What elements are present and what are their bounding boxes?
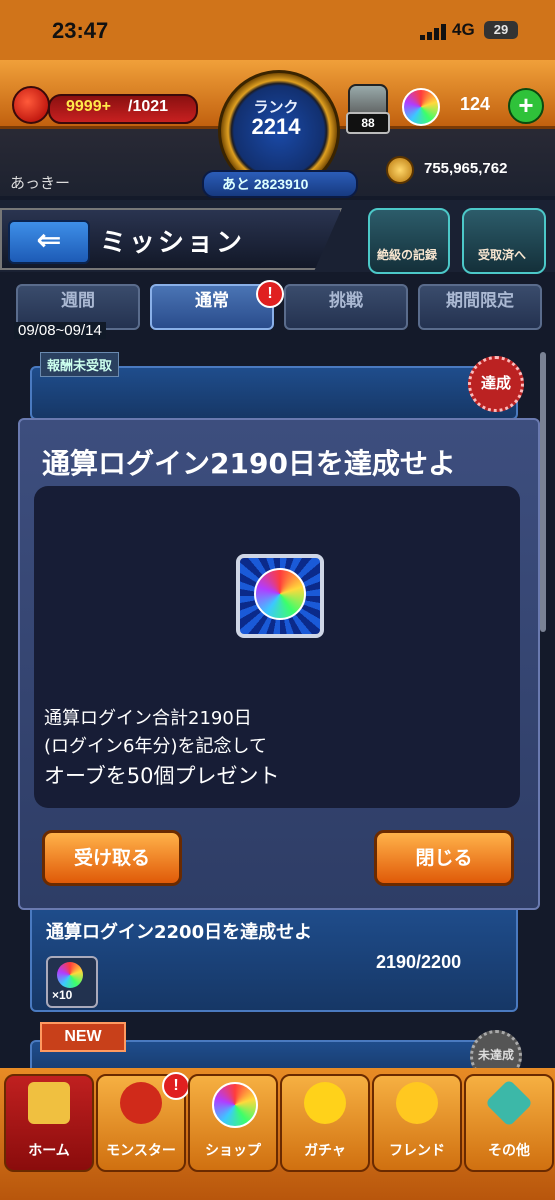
received-list-button[interactable] xyxy=(462,208,546,274)
status-time: 23:47 xyxy=(52,18,109,43)
close-button[interactable]: 閉じる xyxy=(374,830,514,886)
receive-button[interactable]: 受け取る xyxy=(42,830,182,886)
received-list-label: 受取済へ xyxy=(477,248,526,262)
rank-value: 2214 xyxy=(251,114,301,139)
battery-icon: 29 xyxy=(484,21,518,39)
dialog-desc-line1: 通算ログイン合計2190日 xyxy=(44,708,252,729)
buy-orb-plus-button[interactable]: + xyxy=(508,88,544,124)
network-type: 4G xyxy=(452,20,475,39)
stamina-current: 9999+ xyxy=(66,98,111,115)
achieved-seal: 達成 xyxy=(468,356,524,412)
tab-challenge[interactable]: 挑戦 xyxy=(284,284,408,330)
friend-icon xyxy=(396,1082,438,1124)
lucky-item-count: 88 xyxy=(346,112,390,134)
other-icon xyxy=(484,1078,534,1128)
nav-friend-label: フレンド xyxy=(389,1143,445,1159)
reward-multiplier: ×10 xyxy=(52,988,73,1002)
gacha-egg-icon xyxy=(304,1082,346,1124)
home-icon xyxy=(28,1082,70,1124)
orb-icon xyxy=(402,88,440,126)
unclaimed-tag: 報酬未受取 xyxy=(40,352,120,377)
back-button[interactable]: ⇐ xyxy=(8,220,90,264)
orb-count: 124 xyxy=(460,94,491,114)
dialog-title: 通算ログイン2190日を達成せよ xyxy=(42,447,456,480)
player-name: あっきー xyxy=(10,175,71,192)
nav-gacha-label: ガチャ xyxy=(304,1143,346,1159)
nav-other-label: その他 xyxy=(488,1143,530,1159)
new-tag: NEW xyxy=(40,1022,126,1052)
dialog-desc-line3: オーブを50個プレゼント xyxy=(44,764,280,788)
monster-icon xyxy=(120,1082,162,1124)
scrollbar[interactable] xyxy=(540,352,546,632)
orb-icon xyxy=(254,568,306,620)
gold-coin-icon xyxy=(386,156,414,184)
dialog-desc-line2: (ログイン6年分)を記念して xyxy=(44,736,267,757)
signal-icon xyxy=(420,24,446,40)
nav-gacha[interactable]: ガチャ xyxy=(280,1074,370,1172)
mission-title: 通算ログイン2200日を達成せよ xyxy=(46,922,313,943)
tab-limited[interactable]: 期間限定 xyxy=(418,284,542,330)
stamina-max: /1021 xyxy=(128,98,169,115)
nav-home-label: ホーム xyxy=(28,1143,70,1159)
nav-shop-label: ショップ xyxy=(205,1143,261,1159)
records-button[interactable] xyxy=(368,208,450,274)
date-range: 09/08~09/14 xyxy=(14,322,106,339)
alert-icon: ! xyxy=(256,280,284,308)
orb-shop-icon xyxy=(212,1082,258,1128)
gold-count: 755,965,762 xyxy=(424,160,508,177)
records-button-label: 絶級の記録 xyxy=(376,248,437,262)
nav-friend[interactable]: フレンド xyxy=(372,1074,462,1172)
nav-home[interactable]: ホーム xyxy=(4,1074,94,1172)
nav-other[interactable]: その他 xyxy=(464,1074,554,1172)
page-title: ミッション xyxy=(100,228,246,258)
rank-next-exp: あと 2823910 xyxy=(222,176,309,192)
mission-progress: 2190/2200 xyxy=(376,952,462,972)
orb-icon xyxy=(57,962,83,988)
alert-icon: ! xyxy=(162,1072,190,1100)
nav-monster-label: モンスター xyxy=(106,1143,176,1159)
nav-shop[interactable]: ショップ xyxy=(188,1074,278,1172)
stamina-icon xyxy=(12,86,50,124)
